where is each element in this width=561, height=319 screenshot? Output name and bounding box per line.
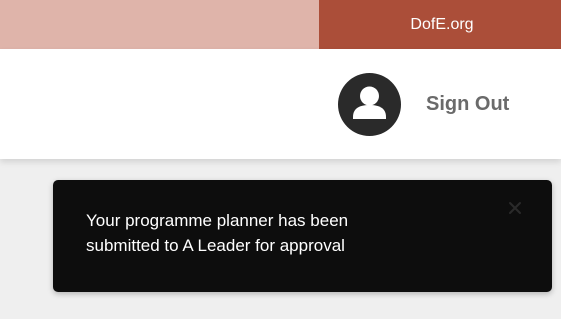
close-button[interactable] bbox=[505, 198, 525, 218]
user-icon bbox=[353, 86, 386, 119]
toast-message: Your programme planner has been submitte… bbox=[86, 208, 486, 258]
sign-out-button[interactable]: Sign Out bbox=[426, 89, 509, 119]
toast-message-line-1: Your programme planner has been bbox=[86, 211, 349, 230]
avatar-button[interactable] bbox=[338, 73, 401, 136]
close-icon bbox=[509, 202, 521, 214]
notification-toast: Your programme planner has been submitte… bbox=[53, 180, 552, 292]
toast-message-line-2: submitted to A Leader for approval bbox=[86, 236, 345, 255]
dofe-org-link[interactable]: DofE.org bbox=[319, 0, 561, 49]
